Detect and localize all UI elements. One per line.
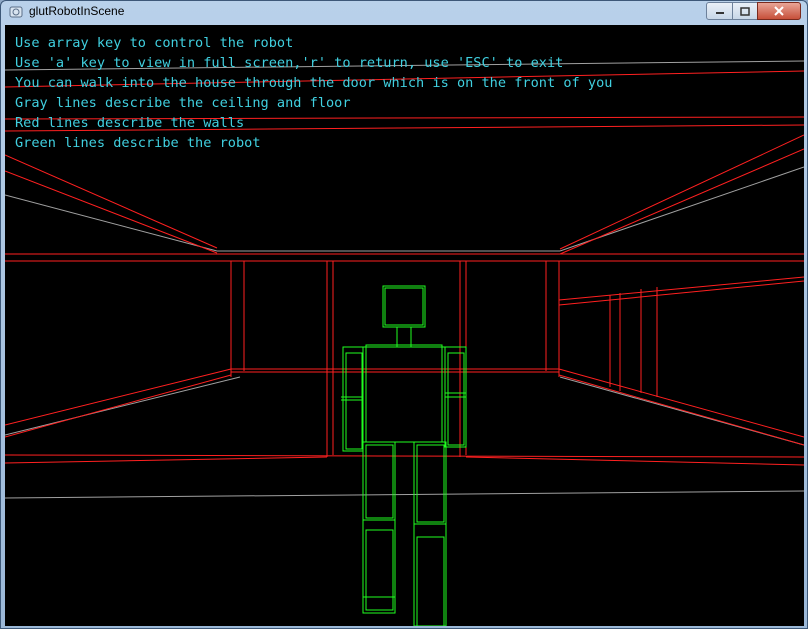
robot-head — [382, 285, 426, 328]
instruction-line: Green lines describe the robot — [15, 135, 261, 151]
instruction-line: Use array key to control the robot — [15, 35, 294, 51]
instruction-line: Gray lines describe the ceiling and floo… — [15, 95, 351, 111]
maximize-button[interactable] — [732, 2, 758, 20]
robot-right-shin — [413, 523, 447, 626]
instructions-overlay: Use array key to control the robot Use '… — [15, 33, 612, 153]
robot-left-foot — [362, 596, 396, 614]
instruction-line: Red lines describe the walls — [15, 115, 245, 131]
robot-neck — [396, 326, 412, 348]
close-icon — [774, 6, 784, 16]
gl-viewport[interactable]: Use array key to control the robot Use '… — [5, 25, 804, 626]
robot-left-thigh — [362, 441, 396, 521]
robot-right-thigh — [413, 441, 447, 525]
close-button[interactable] — [757, 2, 801, 20]
window-title: glutRobotInScene — [29, 4, 125, 18]
robot-left-shin — [362, 519, 396, 614]
app-window: glutRobotInScene Use array key to contro… — [0, 0, 808, 629]
glut-app-icon — [9, 6, 23, 18]
instruction-line: Use 'a' key to view in full screen,'r' t… — [15, 55, 564, 71]
robot-torso — [362, 346, 446, 443]
instruction-line: You can walk into the house through the … — [15, 75, 613, 91]
maximize-icon — [740, 6, 750, 16]
title-bar[interactable]: glutRobotInScene — [1, 1, 807, 23]
minimize-button[interactable] — [706, 2, 733, 20]
minimize-icon — [715, 12, 724, 14]
